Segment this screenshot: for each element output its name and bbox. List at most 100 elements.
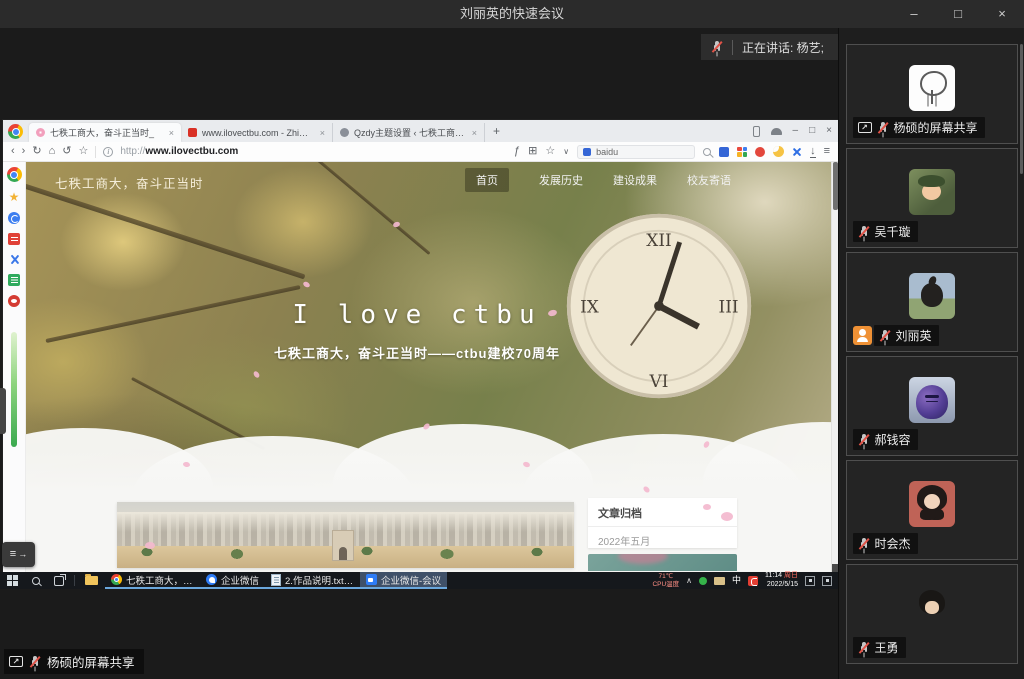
speaking-indicator: 正在讲话: 杨艺; bbox=[701, 34, 838, 60]
tray-red-app-icon[interactable] bbox=[748, 576, 758, 586]
menu-icon[interactable]: ≡ bbox=[824, 146, 830, 157]
tray-folder-icon[interactable] bbox=[714, 577, 725, 585]
new-tab-button[interactable]: + bbox=[493, 124, 500, 138]
participant-tile[interactable]: 吴千璇 bbox=[846, 148, 1018, 248]
name-chip: 时会杰 bbox=[853, 533, 918, 554]
browser-tab-1[interactable]: 七秩工商大，奋斗正当时_ × bbox=[29, 123, 181, 142]
refresh-button[interactable]: ↻ bbox=[32, 146, 41, 157]
zhimap-favicon bbox=[188, 128, 197, 137]
participant-tile[interactable]: 郝钱容 bbox=[846, 356, 1018, 456]
collapsed-side-tab[interactable] bbox=[0, 388, 6, 434]
archive-widget: 文章归档 2022年五月 bbox=[588, 498, 737, 548]
hero-banner: XII III VI IX 七秩工商大，奋斗正当时 首页 发展历史 建设成果 bbox=[3, 162, 831, 496]
page-scrollbar[interactable] bbox=[831, 162, 838, 572]
search-box[interactable]: baidu bbox=[577, 145, 695, 159]
meeting-window: 刘丽英的快速会议 – □ × 正在讲话: 杨艺; 七秩工商大，奋斗正当时_ × bbox=[0, 0, 1024, 679]
tab-close-icon[interactable]: × bbox=[320, 128, 325, 138]
incognito-icon[interactable] bbox=[771, 128, 782, 135]
article-image-card[interactable] bbox=[117, 502, 574, 568]
browser-minimize-button[interactable]: – bbox=[793, 126, 799, 136]
avatar bbox=[909, 169, 955, 215]
browser-logo-icon[interactable] bbox=[8, 124, 23, 139]
night-mode-icon[interactable] bbox=[773, 146, 784, 157]
site-info-icon[interactable]: i bbox=[103, 147, 113, 157]
browser-maximize-button[interactable]: □ bbox=[809, 126, 815, 136]
mobile-view-icon[interactable] bbox=[753, 126, 760, 137]
tab-close-icon[interactable]: × bbox=[169, 128, 174, 138]
nav-home[interactable]: 首页 bbox=[465, 168, 509, 192]
start-button[interactable] bbox=[0, 572, 25, 589]
login-icon[interactable] bbox=[719, 147, 729, 157]
favorite-star-icon[interactable]: ☆ bbox=[545, 146, 555, 157]
minimize-button[interactable]: – bbox=[892, 0, 936, 28]
chrome-icon bbox=[111, 574, 122, 585]
participant-tile[interactable]: 王勇 bbox=[846, 564, 1018, 664]
shared-browser-window: 七秩工商大，奋斗正当时_ × www.ilovectbu.com - ZhiMa… bbox=[3, 120, 838, 572]
browser-close-button[interactable]: × bbox=[826, 126, 832, 136]
wecom-icon bbox=[206, 574, 217, 585]
search-icon[interactable] bbox=[703, 148, 711, 156]
maximize-button[interactable]: □ bbox=[936, 0, 980, 28]
scrollbar-thumb[interactable] bbox=[833, 162, 838, 210]
ime-indicator[interactable]: 中 bbox=[732, 576, 741, 585]
eye-protect-icon[interactable] bbox=[8, 295, 20, 307]
home-button[interactable]: ⌂ bbox=[49, 146, 56, 157]
nav-alumni[interactable]: 校友寄语 bbox=[687, 172, 731, 188]
browser-side-logo-icon[interactable] bbox=[7, 167, 22, 182]
bookmark-star-icon[interactable]: ☆ bbox=[78, 146, 88, 157]
taskbar-item-browser[interactable]: 七秩工商大，奋斗正... bbox=[105, 572, 200, 589]
notes-icon[interactable] bbox=[8, 274, 20, 286]
muted-mic-icon bbox=[858, 537, 870, 551]
toolbar-expand-button[interactable]: ≡ → bbox=[2, 542, 35, 567]
tray-notification-icon[interactable] bbox=[822, 576, 832, 586]
screenshot-scissors-icon[interactable] bbox=[9, 254, 20, 265]
webpage-content: XII III VI IX 七秩工商大，奋斗正当时 首页 发展历史 建设成果 bbox=[3, 162, 838, 572]
archive-link[interactable]: 2022年五月 bbox=[588, 527, 737, 554]
notepad-icon bbox=[271, 574, 281, 586]
participant-tile[interactable]: 时会杰 bbox=[846, 460, 1018, 560]
xunlei-icon[interactable] bbox=[792, 147, 802, 157]
forward-button[interactable]: › bbox=[22, 146, 26, 157]
tray-media-icon[interactable] bbox=[805, 576, 815, 586]
browser-tab-3[interactable]: Qzdy主题设置 ‹ 七秩工商大… × bbox=[333, 123, 485, 142]
petal bbox=[302, 281, 311, 289]
windows-logo-icon bbox=[7, 575, 18, 586]
tray-expand-icon[interactable]: ∧ bbox=[686, 577, 692, 585]
apps-icon[interactable] bbox=[737, 147, 747, 157]
muted-mic-icon bbox=[858, 641, 870, 655]
tab-title: 七秩工商大，奋斗正当时_ bbox=[50, 126, 164, 139]
taskbar-item-wecom[interactable]: 企业微信 bbox=[200, 572, 265, 589]
tab-close-icon[interactable]: × bbox=[472, 128, 477, 138]
browser-window-controls: – □ × bbox=[753, 120, 832, 142]
muted-mic-icon bbox=[29, 655, 41, 669]
close-button[interactable]: × bbox=[980, 0, 1024, 28]
taskbar-item-meeting[interactable]: 企业微信-会议 bbox=[360, 572, 447, 589]
favorites-star-icon[interactable]: ★ bbox=[9, 191, 20, 203]
participant-tile[interactable]: ↗ 杨硕的屏幕共享 bbox=[846, 44, 1018, 144]
panel-scrollbar[interactable] bbox=[1020, 44, 1023, 174]
taskbar-item-notepad[interactable]: 2.作品说明.txt - 记事本 bbox=[265, 572, 360, 589]
participants-panel: ↗ 杨硕的屏幕共享 吴千璇 刘丽英 bbox=[838, 28, 1024, 679]
taskbar-search-button[interactable] bbox=[25, 572, 47, 589]
participant-tile[interactable]: 刘丽英 bbox=[846, 252, 1018, 352]
taskbar-clock[interactable]: 11:14 周日 2022/5/15 bbox=[765, 572, 798, 590]
thunder-icon[interactable]: ƒ bbox=[514, 146, 520, 157]
task-label: 企业微信 bbox=[221, 573, 259, 587]
browser-side-panel: ★ bbox=[3, 162, 26, 572]
extensions-grid-icon[interactable]: ⊞ bbox=[528, 146, 537, 157]
nav-history[interactable]: 发展历史 bbox=[539, 172, 583, 188]
task-view-button[interactable] bbox=[47, 572, 71, 589]
undo-button[interactable]: ↺ bbox=[62, 146, 71, 157]
file-explorer-button[interactable] bbox=[78, 572, 105, 589]
back-button[interactable]: ‹ bbox=[11, 146, 15, 157]
download-icon[interactable]: ↓ bbox=[810, 146, 816, 158]
youku-icon[interactable] bbox=[755, 147, 765, 157]
participant-name: 时会杰 bbox=[875, 535, 911, 552]
tray-green-app-icon[interactable] bbox=[699, 577, 707, 585]
history-icon[interactable] bbox=[8, 212, 20, 224]
dropdown-icon[interactable]: ∨ bbox=[563, 148, 569, 156]
pdf-tool-icon[interactable] bbox=[8, 233, 20, 245]
nav-achievements[interactable]: 建设成果 bbox=[613, 172, 657, 188]
address-bar[interactable]: http://www.ilovectbu.com bbox=[120, 146, 238, 157]
browser-tab-2[interactable]: www.ilovectbu.com - ZhiMap × bbox=[181, 123, 333, 142]
